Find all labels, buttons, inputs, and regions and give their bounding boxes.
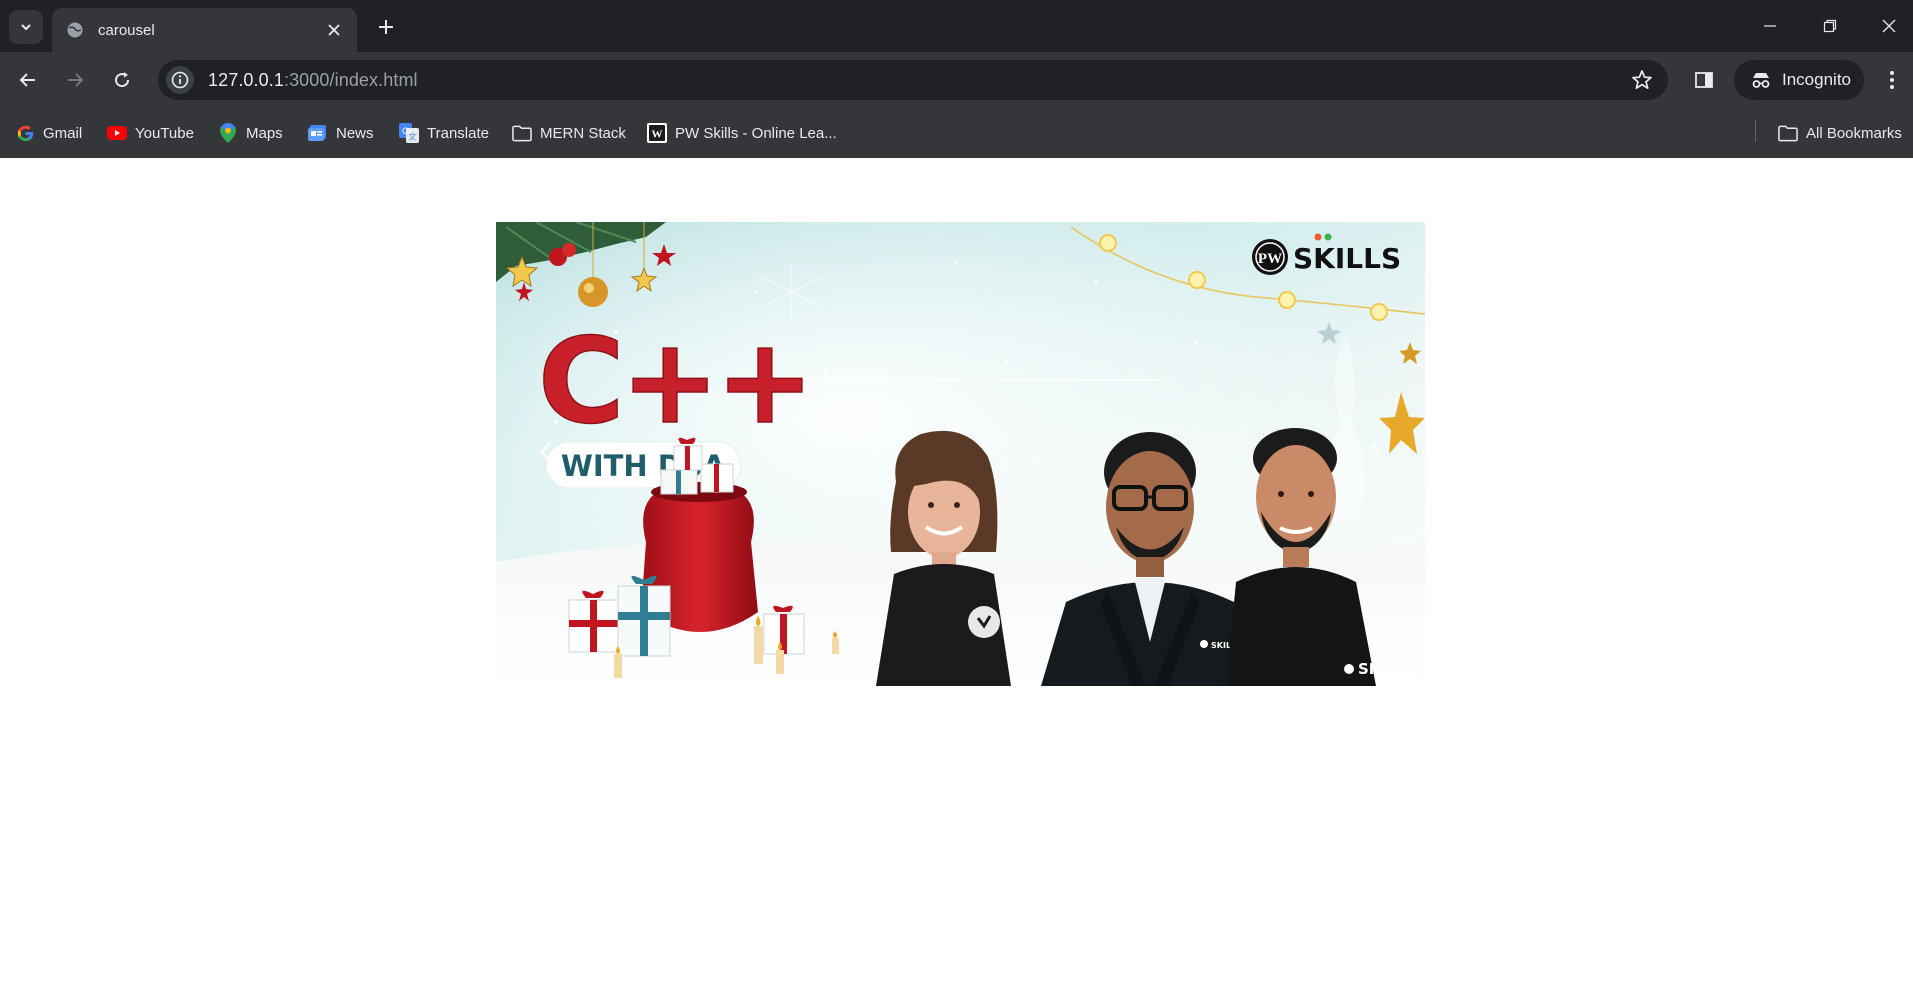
maps-pin-icon [218, 123, 238, 143]
address-bar[interactable]: 127.0.0.1:3000/index.html [158, 60, 1668, 100]
profile-label: Incognito [1782, 70, 1851, 89]
svg-text:W: W [652, 129, 663, 141]
tab-close-button[interactable] [323, 19, 345, 41]
incognito-icon [1752, 73, 1770, 88]
url-host: 127.0.0.1 [208, 69, 284, 90]
bookmark-news[interactable]: News [308, 120, 374, 146]
folder-icon [512, 123, 532, 143]
bookmark-label: News [336, 124, 374, 142]
bookmark-translate[interactable]: G文 Translate [399, 120, 489, 146]
url-path: :3000/index.html [283, 69, 418, 90]
youtube-icon [107, 123, 127, 143]
tab-title: carousel [98, 21, 155, 39]
restore-button[interactable] [1806, 8, 1854, 44]
restore-icon [1823, 19, 1837, 33]
carousel-next-button[interactable] [1355, 432, 1395, 472]
close-icon [1882, 19, 1896, 33]
brand-mark: PW [1258, 251, 1282, 267]
page-content: C++ WITH DSA PW SKILLS SKILLS SKILLS [0, 158, 1913, 1002]
url-text[interactable]: 127.0.0.1:3000/index.html [208, 70, 418, 91]
side-panel-icon [1695, 72, 1713, 88]
globe-icon [67, 22, 83, 38]
bookmark-label: Maps [246, 124, 283, 142]
site-info-button[interactable] [166, 66, 194, 94]
chevron-left-icon [540, 442, 551, 462]
incognito-profile-button[interactable]: Incognito [1734, 60, 1864, 100]
bookmark-pw-skills[interactable]: W PW Skills - Online Lea... [647, 120, 837, 146]
side-panel-button[interactable] [1686, 62, 1722, 98]
bookmark-label: Gmail [43, 124, 83, 142]
arrow-left-icon [19, 73, 35, 87]
bookmark-label: YouTube [135, 124, 194, 142]
reload-button[interactable] [104, 62, 140, 98]
bookmark-gmail[interactable]: Gmail [15, 120, 82, 146]
bookmark-label: MERN Stack [540, 124, 626, 142]
bookmark-star-button[interactable] [1630, 68, 1654, 92]
chevron-right-icon [1370, 442, 1381, 462]
tab-strip: carousel [0, 0, 1913, 52]
pw-logo-icon: W [647, 123, 667, 143]
shirt-logo-right: SKILLS [1358, 660, 1416, 678]
bookmark-maps[interactable]: Maps [218, 120, 283, 146]
bookmarks-divider [1755, 120, 1756, 142]
bookmarks-bar: Gmail YouTube Maps News G文 Translate MER… [0, 108, 1913, 158]
carousel[interactable]: C++ WITH DSA PW SKILLS SKILLS SKILLS [496, 222, 1425, 686]
browser-menu-button[interactable] [1874, 62, 1910, 98]
more-vert-icon [1890, 71, 1894, 89]
translate-icon: G文 [399, 123, 419, 143]
folder-icon [1778, 123, 1798, 143]
brand-text: SKILLS [1293, 242, 1401, 275]
news-icon [308, 123, 328, 143]
google-icon [15, 123, 35, 143]
minimize-button[interactable] [1746, 8, 1794, 44]
reload-icon [115, 72, 130, 88]
bookmark-folder-mern-stack[interactable]: MERN Stack [512, 120, 626, 146]
close-icon [328, 24, 340, 36]
arrow-right-icon [68, 73, 84, 87]
forward-button[interactable] [57, 62, 93, 98]
chevron-down-icon [21, 24, 31, 31]
new-tab-button[interactable] [371, 12, 401, 42]
bookmark-label: PW Skills - Online Lea... [675, 124, 837, 142]
close-window-button[interactable] [1865, 8, 1913, 44]
back-button[interactable] [10, 62, 46, 98]
browser-toolbar: 127.0.0.1:3000/index.html Incognito [0, 52, 1913, 108]
info-icon [171, 71, 189, 89]
plus-icon [379, 20, 393, 34]
star-icon [1632, 70, 1652, 90]
browser-tab-active[interactable]: carousel [52, 8, 357, 52]
svg-text:文: 文 [409, 132, 417, 142]
carousel-prev-button[interactable] [526, 432, 566, 472]
carousel-slide-banner: C++ WITH DSA PW SKILLS SKILLS SKILLS [496, 222, 1425, 686]
bookmark-youtube[interactable]: YouTube [107, 120, 194, 146]
bookmark-label: Translate [427, 124, 489, 142]
tab-search-button[interactable] [9, 10, 43, 44]
all-bookmarks-button[interactable]: All Bookmarks [1778, 120, 1902, 146]
all-bookmarks-label: All Bookmarks [1806, 124, 1902, 142]
slide-headline: C++ [538, 312, 810, 450]
minimize-icon [1764, 25, 1776, 27]
